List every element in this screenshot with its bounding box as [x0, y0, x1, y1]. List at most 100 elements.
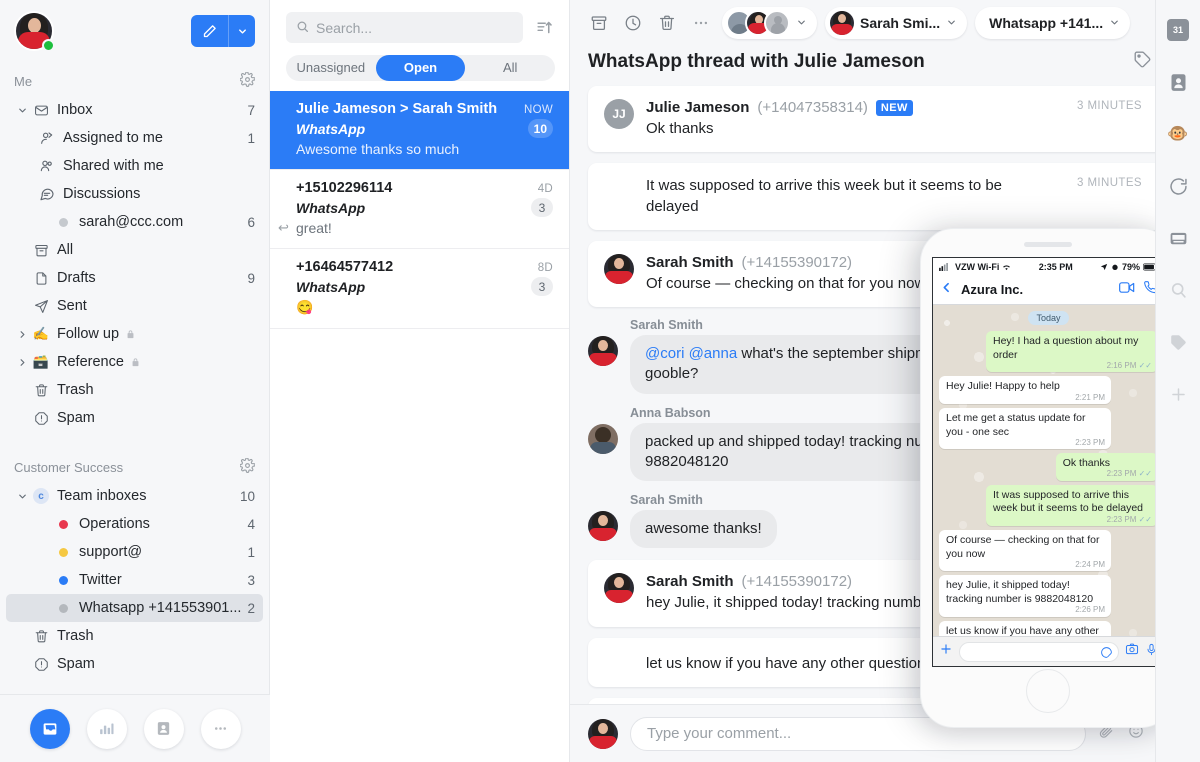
note-author: Sarah Smith: [630, 493, 703, 507]
chevron-left-icon[interactable]: [940, 281, 953, 299]
filter-open[interactable]: Open: [375, 55, 466, 81]
sidebar-item-follow-up[interactable]: ✍️ Follow up: [6, 320, 263, 348]
chat-bubble: Let me get a status update for you - one…: [939, 407, 1111, 450]
monkey-icon[interactable]: 🐵: [1166, 122, 1190, 146]
conversation-list-pane: Search... Unassigned Open All Julie Jame…: [270, 0, 570, 762]
sidebar-item-team-trash[interactable]: Trash: [6, 622, 263, 650]
sidebar-item-label: Assigned to me: [63, 130, 163, 146]
calendar-icon[interactable]: 31: [1166, 18, 1190, 42]
sidebar-item-drafts[interactable]: Drafts 9: [6, 264, 263, 292]
phone-speaker: [1023, 242, 1072, 247]
avatar: [588, 423, 618, 454]
sidebar-item-team-inboxes[interactable]: c Team inboxes 10: [6, 482, 263, 510]
sidebar-item-team-spam[interactable]: Spam: [6, 650, 263, 678]
avatar[interactable]: [14, 11, 55, 52]
sidebar-item-label: support@: [79, 544, 143, 560]
search-icon[interactable]: [1166, 278, 1190, 302]
chevron-down-icon[interactable]: [14, 105, 30, 116]
conversation-channel: WhatsApp: [296, 278, 366, 295]
mention[interactable]: @anna: [689, 345, 738, 362]
sidebar-item-discussions[interactable]: Discussions: [6, 180, 263, 208]
sidebar-item-reference[interactable]: 🗃️ Reference: [6, 348, 263, 376]
chevron-down-icon[interactable]: [796, 15, 807, 31]
sidebar-item-shared-with-me[interactable]: Shared with me: [6, 152, 263, 180]
chevron-right-icon[interactable]: [14, 329, 30, 340]
participants-pill[interactable]: [722, 7, 817, 39]
thread-pane: Sarah Smi... Whatsapp +141... WhatsApp t…: [570, 0, 1200, 762]
list-search-row: Search...: [270, 0, 569, 49]
tag-icon[interactable]: [1166, 330, 1190, 354]
contacts-tab[interactable]: [143, 708, 184, 749]
search-input[interactable]: Search...: [286, 12, 523, 43]
sidebar-item-assigned-to-me[interactable]: Assigned to me 1: [6, 124, 263, 152]
sidebar-item-twitter[interactable]: Twitter 3: [6, 566, 263, 594]
gear-icon[interactable]: [239, 71, 256, 90]
trash-icon[interactable]: [654, 10, 680, 36]
keyboard-icon[interactable]: [1166, 226, 1190, 250]
sidebar-bottom-bar: [0, 694, 270, 762]
list-item[interactable]: +15102296114 4D WhatsApp 3 ↩ great!: [270, 170, 569, 249]
sidebar-item-whatsapp[interactable]: Whatsapp +141553901... 2: [6, 594, 263, 622]
message-card[interactable]: JJ Julie Jameson (+14047358314) NEW Ok t…: [588, 86, 1182, 153]
message-card[interactable]: It was supposed to arrive this week but …: [588, 163, 1182, 230]
conversation-preview: 😋: [296, 299, 314, 315]
spam-icon: [30, 411, 52, 426]
camera-icon[interactable]: [1125, 642, 1139, 661]
sidebar-item-label: Shared with me: [63, 158, 164, 174]
plus-icon[interactable]: [939, 642, 953, 661]
sidebar-item-count: 2: [247, 600, 255, 616]
sidebar-item-sarah-email[interactable]: sarah@ccc.com 6: [6, 208, 263, 236]
more-ellipsis-icon[interactable]: [688, 10, 714, 36]
sidebar-item-label: Team inboxes: [57, 488, 147, 504]
avatar: JJ: [604, 99, 634, 129]
refresh-icon[interactable]: [1166, 174, 1190, 198]
sidebar-item-all[interactable]: All: [6, 236, 263, 264]
list-item[interactable]: +16464577412 8D WhatsApp 3 😋: [270, 249, 569, 329]
thread-toolbar: Sarah Smi... Whatsapp +141...: [570, 0, 1200, 46]
sidebar-item-operations[interactable]: Operations 4: [6, 510, 263, 538]
search-placeholder: Search...: [316, 19, 373, 36]
bubble-text: Ok thanks: [1062, 457, 1110, 470]
list-item[interactable]: Julie Jameson > Sarah Smith NOW WhatsApp…: [270, 91, 569, 170]
filter-unassigned[interactable]: Unassigned: [286, 55, 376, 81]
chevron-down-icon[interactable]: [14, 491, 30, 502]
compose-button-group[interactable]: [191, 15, 255, 47]
assignee-pill[interactable]: Sarah Smi...: [825, 7, 968, 39]
phone-bubble-list: Today Hey! I had a question about my ord…: [939, 311, 1158, 636]
mention[interactable]: @cori: [645, 345, 684, 362]
plus-icon[interactable]: [1166, 382, 1190, 406]
sidebar-item-label: Reference: [57, 354, 124, 370]
inbox-tab[interactable]: [29, 708, 70, 749]
chevron-right-icon[interactable]: [14, 357, 30, 368]
reports-tab[interactable]: [86, 708, 127, 749]
tag-icon[interactable]: [1133, 50, 1152, 74]
sidebar-item-support[interactable]: support@ 1: [6, 538, 263, 566]
phone-text-input[interactable]: [959, 641, 1119, 664]
sidebar-item-spam[interactable]: Spam: [6, 404, 263, 432]
chevron-down-icon[interactable]: [1109, 15, 1120, 31]
sidebar-item-trash[interactable]: Trash: [6, 376, 263, 404]
filter-all[interactable]: All: [465, 55, 555, 81]
conversation-time: 8D: [537, 262, 553, 274]
chevron-down-icon[interactable]: [946, 15, 957, 31]
sidebar-item-sent[interactable]: Sent: [6, 292, 263, 320]
sidebar-item-label: Spam: [57, 410, 95, 426]
compose-dropdown-button[interactable]: [229, 15, 255, 47]
sticker-icon[interactable]: [1100, 646, 1113, 664]
gear-icon[interactable]: [239, 457, 256, 476]
sidebar-item-label: sarah@ccc.com: [79, 214, 184, 230]
sort-ascending-icon[interactable]: [533, 19, 555, 36]
contact-card-icon[interactable]: [1166, 70, 1190, 94]
sidebar-item-inbox[interactable]: Inbox 7: [6, 96, 263, 124]
inbox-pill[interactable]: Whatsapp +141...: [975, 7, 1131, 39]
archive-icon[interactable]: [586, 10, 612, 36]
compose-button[interactable]: [191, 15, 229, 47]
avatar: [588, 511, 618, 541]
video-call-icon[interactable]: [1119, 281, 1135, 299]
snooze-clock-icon[interactable]: [620, 10, 646, 36]
drafts-icon: [30, 271, 52, 286]
phone-clock: 2:35 PM: [1038, 261, 1073, 272]
more-tab[interactable]: [200, 708, 241, 749]
lock-icon: [130, 357, 141, 368]
phone-status-bar: VZW Wi-Fi 2:35 PM 79%: [933, 258, 1164, 275]
